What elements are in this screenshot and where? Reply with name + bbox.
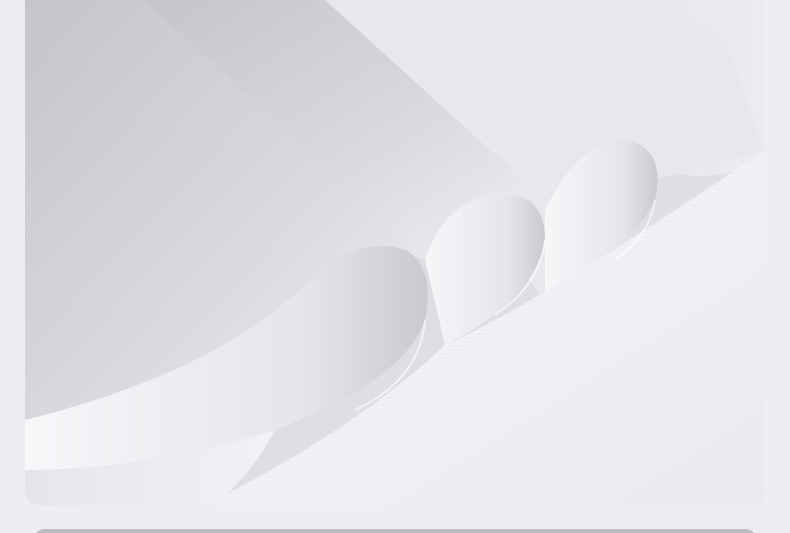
paper-illustration: [25, 0, 765, 505]
product-image-page: [0, 0, 790, 533]
next-image-card-edge: [33, 529, 757, 533]
paper-product-photo: [25, 0, 765, 505]
